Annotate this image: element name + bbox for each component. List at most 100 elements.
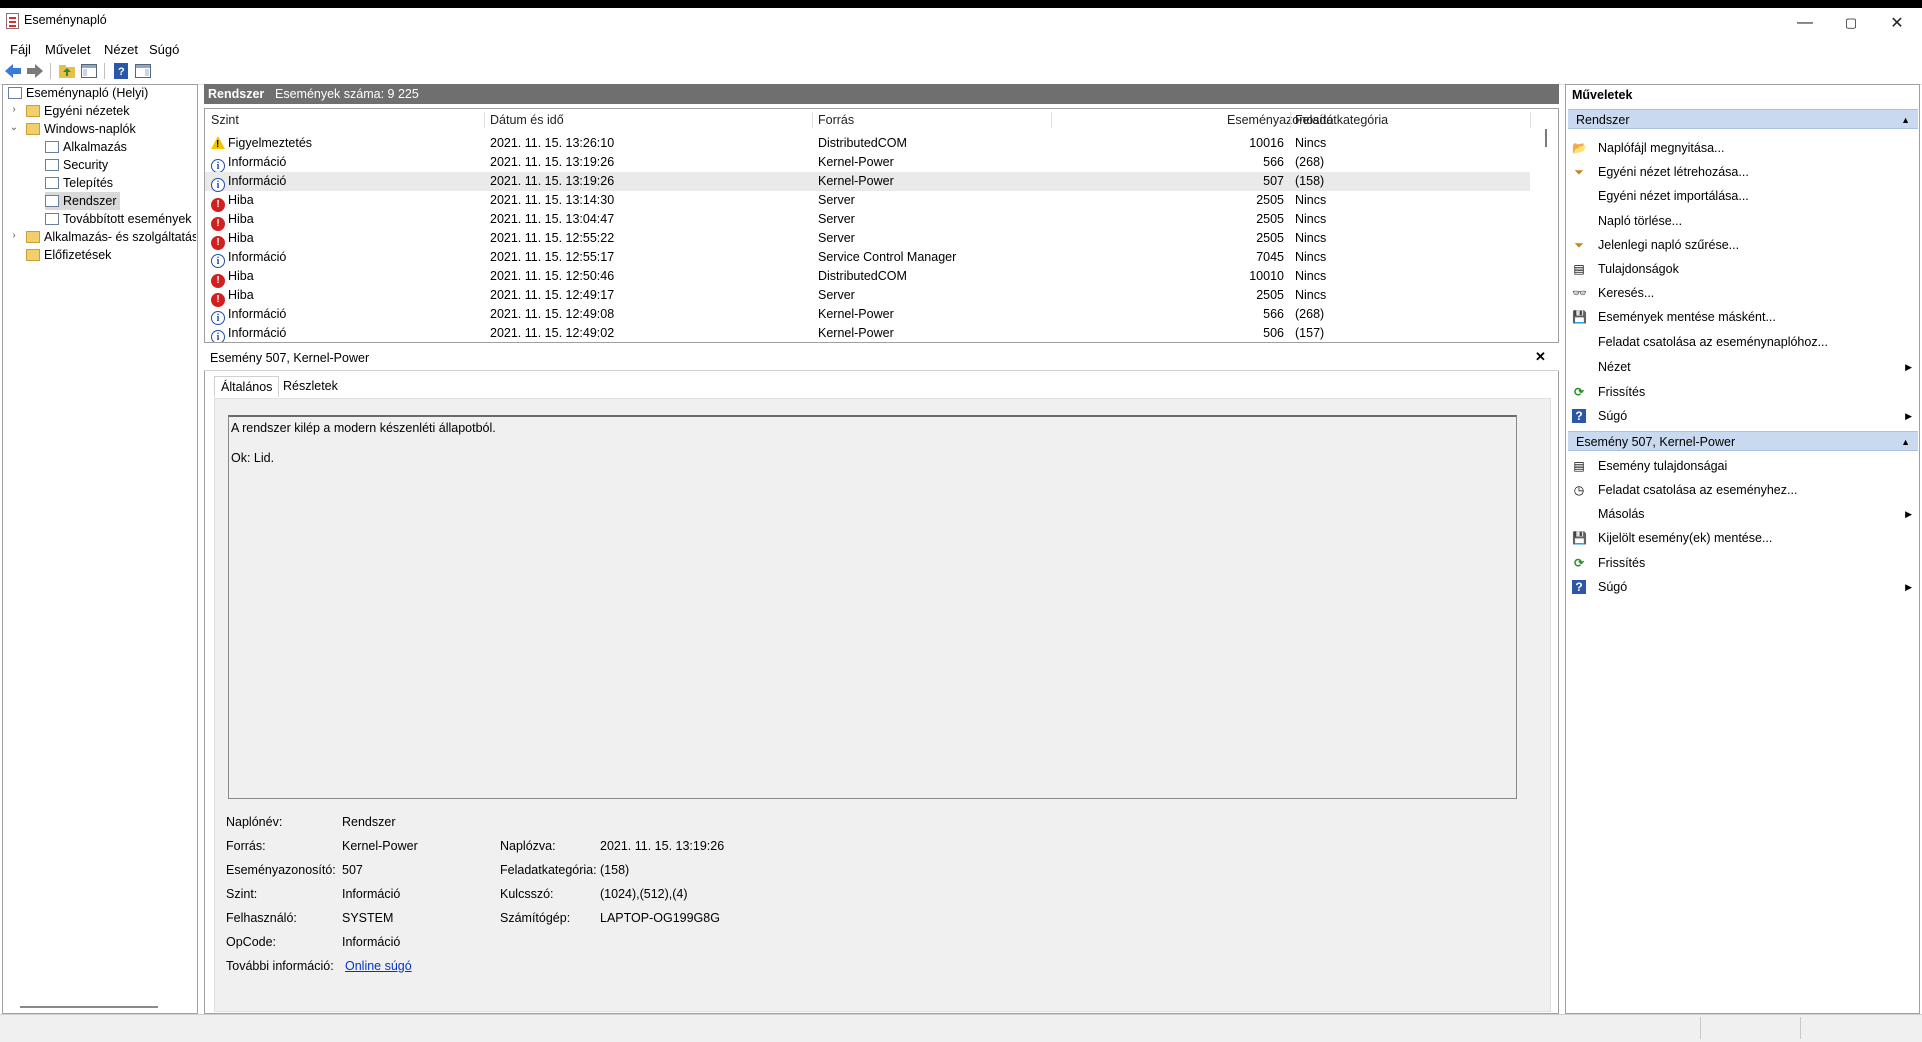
tab-general[interactable]: Általános: [214, 376, 280, 397]
label-computer: Számítógép:: [500, 911, 571, 925]
filter-icon: ⏷: [1574, 238, 1584, 252]
level-cell: i Információ: [211, 305, 286, 325]
date-cell: 2021. 11. 15. 12:55:22: [490, 231, 615, 245]
action-item[interactable]: ▤ Tulajdonságok: [1568, 259, 1918, 279]
action-item[interactable]: ? Súgó ▶: [1568, 406, 1918, 426]
folder-icon: [26, 231, 40, 243]
event-message-box[interactable]: A rendszer kilép a modern készenléti áll…: [228, 415, 1517, 799]
column-header-date[interactable]: Dátum és idő: [490, 109, 564, 131]
action-item[interactable]: ? Súgó ▶: [1568, 577, 1918, 597]
tree-windows-logs[interactable]: Windows-naplók: [26, 120, 136, 138]
menu-file[interactable]: Fájl: [10, 42, 31, 57]
column-separator[interactable]: [812, 112, 813, 128]
action-item[interactable]: ◷ Feladat csatolása az eseményhez...: [1568, 480, 1918, 500]
refresh-icon: ⟳: [1573, 556, 1585, 570]
action-item[interactable]: Nézet ▶: [1568, 357, 1918, 377]
event-id-cell: 507: [1263, 174, 1284, 188]
action-item[interactable]: Napló törlése...: [1568, 211, 1918, 231]
table-row[interactable]: i Információ 2021. 11. 15. 12:55:17 Service…: [205, 248, 1530, 268]
tree-custom-views[interactable]: Egyéni nézetek: [26, 102, 129, 120]
action-label: Események mentése másként...: [1598, 310, 1776, 324]
chevron-down-icon[interactable]: ⌄: [8, 122, 20, 133]
collapse-icon[interactable]: ▲: [1901, 110, 1910, 130]
tree-app-services[interactable]: Alkalmazás- és szolgáltatásn: [26, 228, 196, 246]
tree-root[interactable]: Eseménynapló (Helyi): [8, 84, 148, 102]
table-row[interactable]: i Információ 2021. 11. 15. 13:19:26 Kernel-…: [205, 153, 1530, 173]
status-bar: [0, 1014, 1922, 1042]
tree-log-setup[interactable]: Telepítés: [45, 174, 113, 192]
online-help-link[interactable]: Online súgó: [345, 959, 412, 973]
up-folder-icon[interactable]: [58, 62, 76, 80]
action-item[interactable]: ▤ Esemény tulajdonságai: [1568, 456, 1918, 476]
folder-icon: [26, 105, 40, 117]
close-button[interactable]: ✕: [1874, 8, 1920, 38]
action-item[interactable]: 💾 Események mentése másként...: [1568, 307, 1918, 327]
tree-log-system[interactable]: Rendszer: [45, 192, 120, 210]
chevron-right-icon[interactable]: ›: [8, 230, 20, 241]
minimize-button[interactable]: —: [1782, 8, 1828, 38]
table-row[interactable]: Figyelmeztetés 2021. 11. 15. 13:26:10 Dist…: [205, 134, 1530, 153]
event-id-cell: 2505: [1256, 288, 1284, 302]
actions-title: Műveletek: [1572, 88, 1633, 102]
action-item[interactable]: 📂 Naplófájl megnyitása...: [1568, 138, 1918, 158]
tree-log-forwarded[interactable]: Továbbított események: [45, 210, 192, 228]
label-more-info: További információ:: [226, 959, 334, 973]
close-detail-icon[interactable]: ✕: [1535, 349, 1546, 365]
show-hide-actions-icon[interactable]: [134, 62, 152, 80]
level-text: Információ: [228, 174, 287, 188]
action-item[interactable]: Másolás ▶: [1568, 504, 1918, 524]
action-label: Feladat csatolása az eseményhez...: [1598, 483, 1798, 497]
column-separator[interactable]: [1051, 112, 1052, 128]
value-level: Információ: [342, 887, 401, 901]
info-icon: i: [211, 254, 225, 268]
tree-horizontal-scrollbar[interactable]: [20, 1006, 158, 1008]
menu-view[interactable]: Nézet: [104, 42, 138, 57]
level-cell: ! Hiba: [211, 267, 254, 288]
tree-log-security[interactable]: Security: [45, 156, 108, 174]
tree-log-application[interactable]: Alkalmazás: [45, 138, 127, 156]
table-row[interactable]: i Információ 2021. 11. 15. 12:49:08 Kernel-…: [205, 305, 1530, 325]
tree-app-services-label: Alkalmazás- és szolgáltatásn: [44, 230, 196, 244]
table-row[interactable]: i Információ 2021. 11. 15. 12:49:02 Kernel-…: [205, 324, 1530, 342]
table-row[interactable]: i Információ 2021. 11. 15. 13:19:26 Kernel-…: [205, 172, 1530, 192]
level-text: Információ: [228, 307, 287, 321]
action-item[interactable]: ⏷ Jelenlegi napló szűrése...: [1568, 235, 1918, 255]
tree-subscriptions[interactable]: Előfizetések: [26, 246, 111, 264]
column-header-source[interactable]: Forrás: [818, 109, 854, 131]
action-item[interactable]: ⟳ Frissítés: [1568, 382, 1918, 402]
action-item[interactable]: Feladat csatolása az eseménynaplóhoz...: [1568, 332, 1918, 352]
forward-icon[interactable]: [26, 62, 44, 80]
column-separator[interactable]: [1290, 112, 1291, 128]
action-item[interactable]: ⏷ Egyéni nézet létrehozása...: [1568, 162, 1918, 182]
table-row[interactable]: ! Hiba 2021. 11. 15. 12:55:22 Server 2505 Nin…: [205, 229, 1530, 250]
table-row[interactable]: ! Hiba 2021. 11. 15. 13:14:30 Server 2505 Nin…: [205, 191, 1530, 212]
menu-action[interactable]: Művelet: [45, 42, 91, 57]
back-icon[interactable]: [4, 62, 22, 80]
table-row[interactable]: ! Hiba 2021. 11. 15. 12:50:46 DistributedCO…: [205, 267, 1530, 288]
task-category-cell: Nincs: [1295, 250, 1327, 264]
action-item[interactable]: Egyéni nézet importálása...: [1568, 186, 1918, 206]
menu-help[interactable]: Súgó: [149, 42, 179, 57]
table-row[interactable]: ! Hiba 2021. 11. 15. 13:04:47 Server 2505 Nin…: [205, 210, 1530, 231]
maximize-button[interactable]: ▢: [1828, 8, 1874, 38]
vertical-scrollbar[interactable]: [1545, 129, 1547, 147]
date-cell: 2021. 11. 15. 12:49:17: [490, 288, 615, 302]
action-item[interactable]: 💾 Kijelölt esemény(ek) mentése...: [1568, 528, 1918, 548]
actions-section-event[interactable]: Esemény 507, Kernel-Power ▲: [1568, 431, 1918, 451]
tab-details[interactable]: Részletek: [277, 376, 344, 396]
source-cell: Server: [818, 231, 855, 245]
properties-icon: ▤: [1573, 262, 1585, 276]
actions-section-system[interactable]: Rendszer ▲: [1568, 109, 1918, 129]
column-separator[interactable]: [1530, 112, 1531, 128]
collapse-icon[interactable]: ▲: [1901, 432, 1910, 452]
help-icon[interactable]: ?: [112, 62, 130, 80]
action-label: Esemény tulajdonságai: [1598, 459, 1728, 473]
action-item[interactable]: 👓 Keresés...: [1568, 283, 1918, 303]
table-row[interactable]: ! Hiba 2021. 11. 15. 12:49:17 Server 2505 Nin…: [205, 286, 1530, 307]
column-header-level[interactable]: Szint: [211, 109, 239, 131]
action-item[interactable]: ⟳ Frissítés: [1568, 553, 1918, 573]
chevron-right-icon[interactable]: ›: [8, 104, 20, 115]
show-hide-tree-icon[interactable]: [80, 62, 98, 80]
column-separator[interactable]: [484, 112, 485, 128]
column-header-task-category[interactable]: Feladatkategória: [1295, 109, 1388, 131]
